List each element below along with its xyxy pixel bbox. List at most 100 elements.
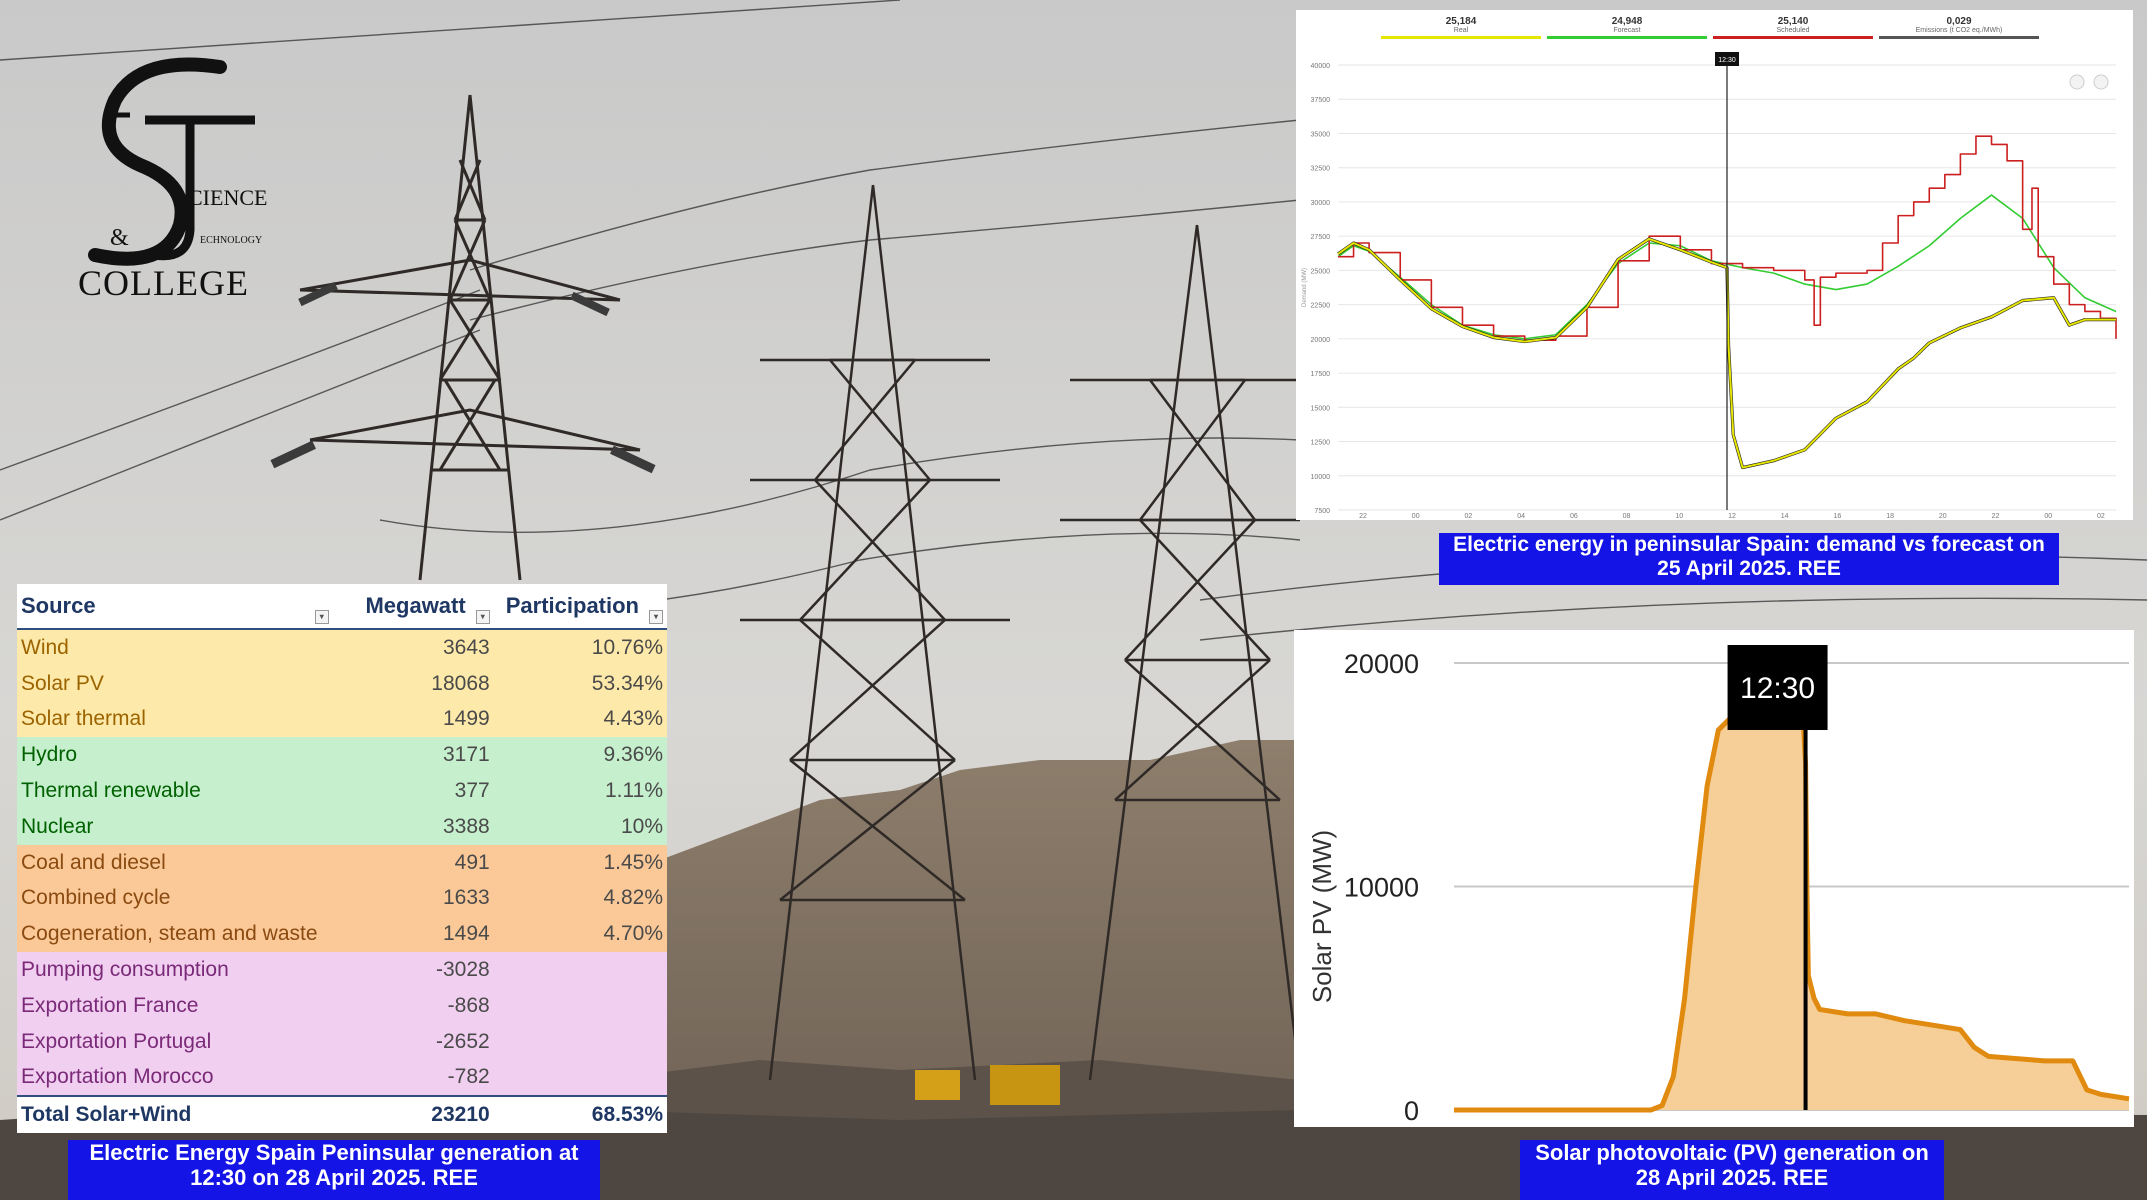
cell-pct: 53.34% (493, 665, 667, 702)
cell-mw: 1499 (332, 701, 494, 738)
demand-chart-panel: 25,184 Real 24,948 Forecast 25,140 Scheduled 0… (1296, 10, 2133, 520)
cell-pct (493, 1059, 667, 1097)
y-tick-label: 35000 (1311, 131, 1331, 138)
expand-icon (2093, 74, 2109, 90)
cell-pct (493, 1023, 667, 1060)
header-source[interactable]: Source ▾ (17, 584, 333, 630)
cell-pct: 9.36% (493, 737, 667, 774)
table-header-row: Source ▾ Megawatt ▾ Participation ▾ (17, 584, 667, 630)
table-body: Wind 3643 10.76% Solar PV 18068 53.34% Solar t… (17, 629, 667, 1097)
cell-mw: 377 (332, 773, 494, 809)
cell-source: Exportation Morocco (17, 1059, 333, 1097)
logo-text-college: COLLEGE (78, 263, 249, 303)
college-logo: CIENCE & ECHNOLOGY COLLEGE (78, 57, 267, 303)
table-row: Exportation Morocco -782 (17, 1059, 667, 1097)
cell-pct: 1.11% (493, 773, 667, 809)
table-row: Nuclear 3388 10% (17, 808, 667, 845)
header-participation-label: Participation (505, 593, 639, 618)
x-tick-label: 12 (1728, 513, 1736, 520)
y-tick-label: 15000 (1311, 405, 1331, 412)
cell-mw: -782 (332, 1059, 494, 1097)
y-tick-label: 32500 (1311, 166, 1331, 173)
x-tick-label: 00 (2044, 513, 2052, 520)
cell-pct (493, 952, 667, 988)
generation-table: Source ▾ Megawatt ▾ Participation ▾ Wind 364… (17, 584, 667, 1134)
header-source-label: Source (21, 593, 96, 618)
y-tick-label: 0 (1404, 1096, 1419, 1126)
y-tick-label: 40000 (1311, 63, 1331, 70)
solar-chart: 0 10000 20000 Solar PV (MW) 12:30 (1307, 645, 2130, 1126)
table-row: Thermal renewable 377 1.11% (17, 773, 667, 809)
time-marker-label: 12:30 (1718, 57, 1736, 64)
cell-mw: -2652 (332, 1023, 494, 1060)
header-participation[interactable]: Participation ▾ (493, 584, 667, 630)
table-row: Solar PV 18068 53.34% (17, 665, 667, 702)
logo-ampersand: & (110, 225, 129, 251)
x-tick-label: 00 (1412, 513, 1420, 520)
cell-mw: 1633 (332, 880, 494, 917)
cell-pct: 1.45% (493, 844, 667, 881)
table-row: Exportation Portugal -2652 (17, 1023, 667, 1060)
y-tick-label: 25000 (1311, 268, 1331, 275)
cell-pct (493, 987, 667, 1024)
cell-source: Coal and diesel (17, 844, 333, 881)
table-row: Coal and diesel 491 1.45% (17, 844, 667, 881)
table-row: Hydro 3171 9.36% (17, 737, 667, 774)
time-marker-label: 12:30 (1740, 672, 1815, 705)
cell-pct: 4.43% (493, 701, 667, 738)
cell-pct: 10.76% (493, 629, 667, 666)
y-tick-label: 20000 (1344, 649, 1419, 679)
download-icon (2069, 74, 2085, 90)
header-megawatt[interactable]: Megawatt ▾ (332, 584, 494, 630)
x-tick-label: 20 (1939, 513, 1947, 520)
filter-dropdown-icon[interactable]: ▾ (649, 610, 663, 624)
logo-text-echnology: ECHNOLOGY (200, 235, 262, 246)
table-row: Wind 3643 10.76% (17, 629, 667, 666)
y-tick-label: 10000 (1344, 873, 1419, 903)
y-tick-label: 22500 (1311, 303, 1331, 310)
total-participation: 68.53% (493, 1095, 667, 1134)
cell-source: Combined cycle (17, 880, 333, 917)
x-tick-label: 08 (1623, 513, 1631, 520)
y-tick-label: 7500 (1314, 508, 1330, 515)
x-tick-label: 02 (1465, 513, 1473, 520)
y-tick-label: 17500 (1311, 371, 1331, 378)
filter-dropdown-icon[interactable]: ▾ (475, 610, 490, 624)
table-total-row: Total Solar+Wind 23210 68.53% (17, 1095, 667, 1134)
table-row: Combined cycle 1633 4.82% (17, 880, 667, 917)
cell-mw: 491 (332, 844, 494, 881)
cell-pct: 10% (493, 808, 667, 845)
x-tick-label: 22 (1992, 513, 2000, 520)
cell-source: Solar PV (17, 665, 333, 702)
cell-pct: 4.82% (493, 880, 667, 917)
cell-source: Solar thermal (17, 701, 333, 738)
table-row: Solar thermal 1499 4.43% (17, 701, 667, 738)
x-tick-label: 14 (1781, 513, 1789, 520)
filter-dropdown-icon[interactable]: ▾ (314, 610, 329, 624)
solar-chart-panel: 0 10000 20000 Solar PV (MW) 12:30 (1294, 630, 2134, 1127)
cell-source: Pumping consumption (17, 952, 333, 988)
caption-demand: Electric energy in peninsular Spain: dem… (1439, 533, 2059, 585)
y-tick-label: 30000 (1311, 200, 1331, 207)
cell-mw: -3028 (332, 952, 494, 988)
y-axis-label: Demand (MW) (1302, 268, 1308, 307)
cell-mw: 3388 (332, 808, 494, 845)
x-tick-label: 04 (1517, 513, 1525, 520)
x-tick-label: 02 (2097, 513, 2105, 520)
logo-text-cience: CIENCE (188, 185, 267, 210)
cell-mw: 18068 (332, 665, 494, 702)
x-tick-label: 10 (1675, 513, 1683, 520)
demand-chart: 7500 10000 12500 15000 17500 20000 22500 25000 2… (1302, 52, 2117, 520)
y-tick-label: 20000 (1311, 337, 1331, 344)
x-tick-label: 18 (1886, 513, 1894, 520)
caption-generation: Electric Energy Spain Peninsular generat… (68, 1140, 600, 1200)
total-source: Total Solar+Wind (17, 1095, 333, 1134)
total-megawatt: 23210 (332, 1095, 494, 1134)
x-tick-label: 06 (1570, 513, 1578, 520)
caption-solar: Solar photovoltaic (PV) generation on 28… (1520, 1140, 1944, 1200)
cell-source: Cogeneration, steam and waste (17, 916, 333, 953)
cell-mw: 3643 (332, 629, 494, 666)
y-tick-label: 12500 (1311, 440, 1331, 447)
table-row: Pumping consumption -3028 (17, 952, 667, 988)
cell-source: Thermal renewable (17, 773, 333, 809)
